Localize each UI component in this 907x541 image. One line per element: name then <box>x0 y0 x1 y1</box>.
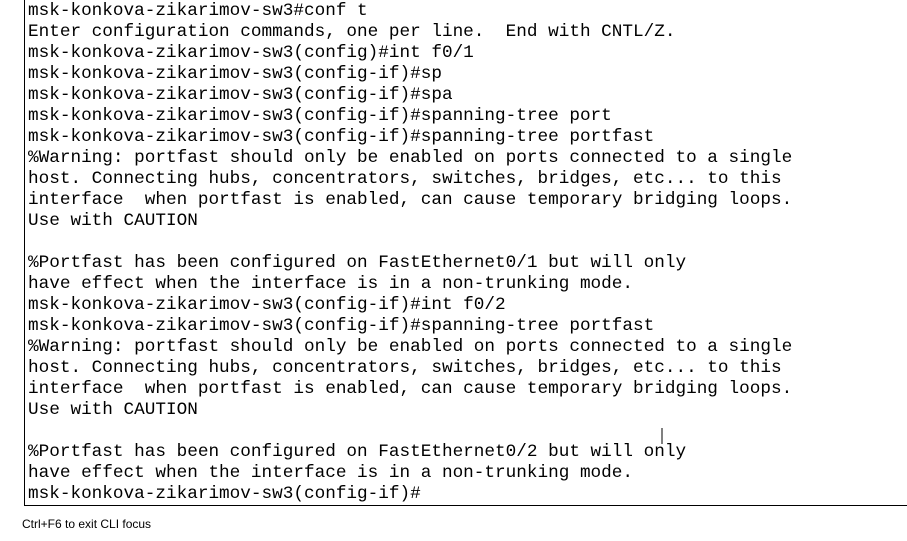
cli-line: %Portfast has been configured on FastEth… <box>28 253 687 273</box>
cli-line: %Warning: portfast should only be enable… <box>28 337 793 357</box>
cli-line: host. Connecting hubs, concentrators, sw… <box>28 358 782 378</box>
cli-line <box>28 232 792 253</box>
cli-line: %Warning: portfast should only be enable… <box>28 148 793 168</box>
text-cursor <box>661 428 663 444</box>
cli-output: msk-konkova-zikarimov-sw3#conf t Enter co… <box>28 1 792 505</box>
cli-line: Use with CAUTION <box>28 400 198 420</box>
cli-line: %Portfast has been configured on FastEth… <box>28 442 687 462</box>
cli-line: interface when portfast is enabled, can … <box>28 190 793 210</box>
cli-line: host. Connecting hubs, concentrators, sw… <box>28 169 782 189</box>
cli-line: Enter configuration commands, one per li… <box>28 22 676 42</box>
cli-line: msk-konkova-zikarimov-sw3#conf t <box>28 1 368 21</box>
cli-line: have effect when the interface is in a n… <box>28 274 634 294</box>
cli-terminal[interactable]: msk-konkova-zikarimov-sw3#conf t Enter co… <box>24 0 907 506</box>
cli-line: msk-konkova-zikarimov-sw3(config)#int f0… <box>28 43 474 63</box>
cli-line: msk-konkova-zikarimov-sw3(config-if)#spa… <box>28 316 655 336</box>
cli-line: interface when portfast is enabled, can … <box>28 379 793 399</box>
cli-line: have effect when the interface is in a n… <box>28 463 634 483</box>
cli-focus-hint: Ctrl+F6 to exit CLI focus <box>22 517 152 531</box>
cli-line: msk-konkova-zikarimov-sw3(config-if)#int… <box>28 295 506 315</box>
cli-prompt-line[interactable]: msk-konkova-zikarimov-sw3(config-if)# <box>28 484 792 505</box>
cli-line: msk-konkova-zikarimov-sw3(config-if)#sp <box>28 64 442 84</box>
cli-line <box>28 421 792 442</box>
cli-line: msk-konkova-zikarimov-sw3(config-if)#spa <box>28 85 453 105</box>
cli-line: msk-konkova-zikarimov-sw3(config-if)#spa… <box>28 127 655 147</box>
cli-line: Use with CAUTION <box>28 211 198 231</box>
cli-line: msk-konkova-zikarimov-sw3(config-if)#spa… <box>28 106 612 126</box>
